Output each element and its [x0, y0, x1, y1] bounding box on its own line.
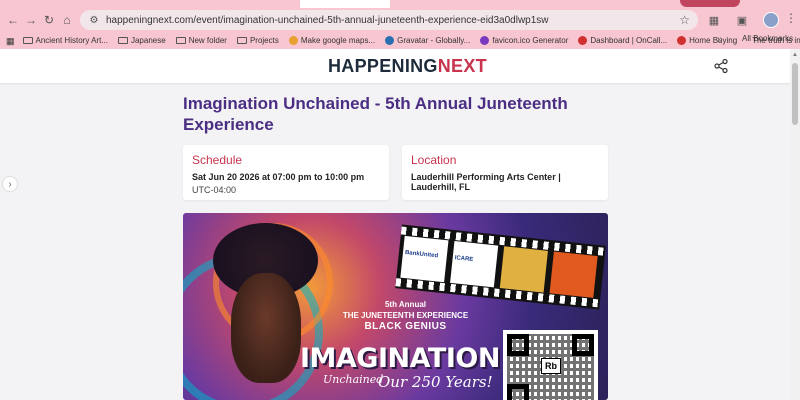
- qr-corner: [572, 334, 594, 356]
- schedule-card: Schedule Sat Jun 20 2026 at 07:00 pm to …: [183, 145, 389, 200]
- site-header: HAPPENINGNEXT: [0, 49, 790, 83]
- browser-toolbar: ← → ↻ ⌂ ⚙ happeningnext.com/event/imagin…: [0, 8, 800, 32]
- schedule-heading: Schedule: [192, 153, 243, 167]
- bookmark-link[interactable]: favicon.ico Generator: [480, 36, 568, 45]
- banner-line-2: THE JUNETEENTH EXPERIENCE: [342, 311, 469, 320]
- qr-corner: [507, 384, 529, 400]
- bookmarks-overflow-icon[interactable]: »: [717, 34, 723, 45]
- bookmark-link[interactable]: Gravatar - Globally...: [385, 36, 470, 45]
- favicon-icon: [578, 36, 588, 45]
- scrollbar-thumb[interactable]: [792, 63, 798, 125]
- favicon-icon: [288, 36, 298, 45]
- reload-icon[interactable]: ↻: [40, 11, 58, 29]
- banner-line-1: 5th Annual: [384, 300, 427, 309]
- sponsor-logo: [549, 251, 598, 298]
- sponsor-logo: ICARE: [450, 241, 499, 288]
- home-icon[interactable]: ⌂: [58, 11, 76, 29]
- sponsor-filmstrip: BankUnited ICARE: [395, 224, 606, 310]
- share-icon[interactable]: [713, 58, 729, 74]
- page-scrollbar[interactable]: ▲: [790, 49, 800, 400]
- folder-icon: [22, 37, 33, 44]
- folder-icon: [236, 37, 247, 44]
- apps-grid-icon[interactable]: ▦: [6, 36, 15, 46]
- event-banner-image: BankUnited ICARE 5th Annual THE JUNETEEN…: [183, 213, 608, 400]
- location-venue[interactable]: Lauderhill Performing Arts Center | Laud…: [411, 172, 599, 192]
- folder-icon: [117, 37, 128, 44]
- bookmark-folder[interactable]: Projects: [236, 36, 279, 45]
- site-logo[interactable]: HAPPENINGNEXT: [328, 56, 487, 77]
- scroll-up-icon[interactable]: ▲: [792, 52, 798, 58]
- chevron-right-icon[interactable]: ›: [2, 176, 18, 192]
- url-text[interactable]: happeningnext.com/event/imagination-unch…: [106, 15, 549, 26]
- bookmark-folder[interactable]: New folder: [175, 36, 227, 45]
- sponsor-logo: BankUnited: [400, 235, 449, 283]
- bookmark-link[interactable]: Home Buying: [677, 36, 737, 45]
- extensions-icon[interactable]: ▦: [705, 11, 723, 29]
- back-icon[interactable]: ←: [4, 11, 22, 29]
- qr-corner: [507, 334, 529, 356]
- bookmark-star-icon[interactable]: ☆: [679, 13, 690, 27]
- menu-icon[interactable]: ⋮: [785, 11, 797, 25]
- banner-years: Our 250 Years!: [378, 373, 493, 391]
- event-title: Imagination Unchained - 5th Annual Junet…: [183, 94, 568, 134]
- location-heading: Location: [411, 153, 457, 167]
- site-info-icon[interactable]: ⚙: [88, 14, 100, 26]
- bookmarks-bar: ▦ Ancient History Art... Japanese New fo…: [0, 32, 800, 49]
- bookmark-folder[interactable]: Japanese: [117, 36, 166, 45]
- bookmark-link[interactable]: Dashboard | OnCall...: [578, 36, 667, 45]
- qr-code: Rb: [503, 330, 598, 400]
- location-card: Location Lauderhill Performing Arts Cent…: [402, 145, 608, 200]
- sponsor-logo: [499, 246, 548, 293]
- cast-icon[interactable]: ▣: [733, 11, 751, 29]
- profile-avatar[interactable]: [763, 12, 779, 28]
- folder-icon: [175, 37, 186, 44]
- forward-icon[interactable]: →: [22, 11, 40, 29]
- update-pill[interactable]: [680, 0, 740, 7]
- address-bar[interactable]: ⚙ happeningnext.com/event/imagination-un…: [80, 10, 698, 30]
- banner-headline: IMAGINATION: [300, 343, 500, 374]
- schedule-timezone: UTC-04:00: [192, 185, 237, 195]
- all-bookmarks[interactable]: All Bookmarks: [739, 34, 793, 43]
- favicon-icon: [385, 36, 395, 45]
- page: HAPPENINGNEXT Imagination Unchained - 5t…: [0, 49, 790, 400]
- bookmark-link[interactable]: Make google maps...: [288, 36, 375, 45]
- qr-center-label: Rb: [541, 358, 561, 374]
- banner-script: Unchained: [323, 373, 384, 386]
- tab-strip: [0, 0, 800, 8]
- schedule-datetime: Sat Jun 20 2026 at 07:00 pm to 10:00 pm: [192, 172, 365, 182]
- favicon-icon: [677, 36, 687, 45]
- browser-tab-active[interactable]: [300, 0, 390, 8]
- favicon-icon: [480, 36, 490, 45]
- bookmark-folder[interactable]: Ancient History Art...: [22, 36, 108, 45]
